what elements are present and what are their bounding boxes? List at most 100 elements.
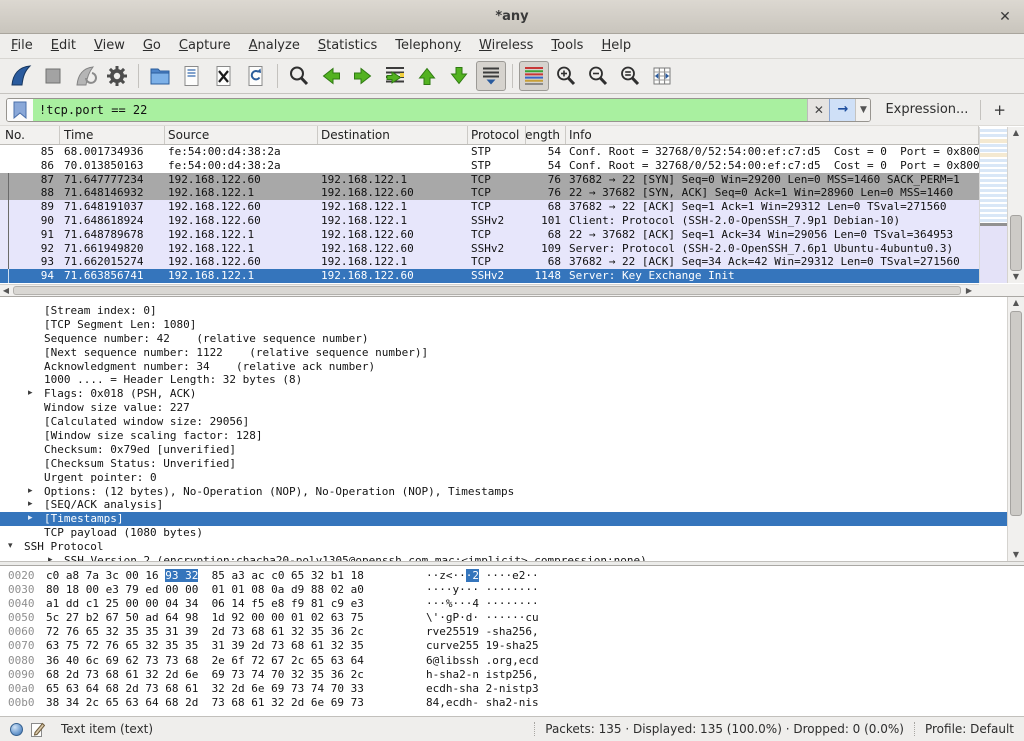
detail-line[interactable]: [Calculated window size: 29056] — [0, 415, 1024, 429]
detail-line[interactable]: [TCP Segment Len: 1080] — [0, 318, 1024, 332]
packet-row[interactable]: 88 71.648146932 192.168.122.1 192.168.12… — [0, 186, 979, 200]
packet-row[interactable]: 90 71.648618924 192.168.122.60 192.168.1… — [0, 214, 979, 228]
hex-row[interactable]: 0050 5c 27 b2 67 50 ad 64 98 1d 92 00 00… — [0, 611, 1024, 625]
expand-icon[interactable]: ▸ — [28, 387, 44, 401]
column-header[interactable]: Source — [165, 126, 318, 144]
save-capture-file-icon[interactable] — [177, 61, 207, 91]
go-last-packet-icon[interactable] — [444, 61, 474, 91]
hscrollbar-thumb[interactable] — [13, 286, 961, 295]
hex-row[interactable]: 0090 68 2d 73 68 61 32 2d 6e 69 73 74 70… — [0, 668, 1024, 682]
packet-list-scrollbar[interactable]: ▲ ▼ — [1007, 127, 1024, 283]
expression-button[interactable]: Expression... — [871, 102, 980, 117]
menu-item[interactable]: Statistics — [309, 34, 386, 58]
detail-line[interactable]: [Next sequence number: 1122 (relative se… — [0, 346, 1024, 360]
reload-capture-file-icon[interactable] — [241, 61, 271, 91]
filter-dropdown-icon[interactable]: ▼ — [855, 99, 870, 121]
colorize-packets-icon[interactable] — [519, 61, 549, 91]
scroll-left-icon[interactable]: ◀ — [0, 285, 12, 296]
expand-icon[interactable]: ▸ — [48, 554, 64, 561]
column-header[interactable]: Destination — [318, 126, 468, 144]
scroll-right-icon[interactable]: ▶ — [963, 285, 975, 296]
menu-item[interactable]: Tools — [542, 34, 592, 58]
scrollbar-thumb[interactable] — [1010, 215, 1022, 271]
packet-row[interactable]: 85 68.001734936 fe:54:00:d4:38:2a STP 54… — [0, 145, 979, 159]
packet-row[interactable]: 94 71.663856741 192.168.122.1 192.168.12… — [0, 269, 979, 283]
status-profile[interactable]: Profile: Default — [925, 722, 1014, 736]
close-window-icon[interactable]: ✕ — [996, 8, 1014, 26]
scroll-down-icon[interactable]: ▼ — [1008, 271, 1024, 283]
detail-line[interactable]: [Stream index: 0] — [0, 304, 1024, 318]
go-to-packet-icon[interactable] — [380, 61, 410, 91]
detail-line[interactable]: TCP payload (1080 bytes) — [0, 526, 1024, 540]
go-first-packet-icon[interactable] — [412, 61, 442, 91]
auto-scroll-icon[interactable] — [476, 61, 506, 91]
detail-line[interactable]: ▸[SEQ/ACK analysis] — [0, 498, 1024, 512]
capture-options-icon[interactable] — [102, 61, 132, 91]
filter-apply-icon[interactable]: → — [829, 99, 855, 121]
hex-row[interactable]: 0060 72 76 65 32 35 35 31 39 2d 73 68 61… — [0, 625, 1024, 639]
add-filter-button[interactable]: + — [981, 101, 1018, 119]
scroll-up-icon[interactable]: ▲ — [1008, 297, 1024, 309]
detail-line[interactable]: ▾SSH Protocol — [0, 540, 1024, 554]
expert-info-icon[interactable] — [10, 723, 23, 736]
menu-item[interactable]: Wireless — [470, 34, 542, 58]
detail-line[interactable]: Window size value: 227 — [0, 401, 1024, 415]
menu-item[interactable]: Help — [592, 34, 640, 58]
display-filter-input[interactable] — [33, 99, 807, 121]
packet-row[interactable]: 93 71.662015274 192.168.122.60 192.168.1… — [0, 255, 979, 269]
restart-capture-icon[interactable] — [70, 61, 100, 91]
expand-icon[interactable]: ▸ — [28, 512, 44, 526]
menu-item[interactable]: View — [85, 34, 134, 58]
zoom-reset-icon[interactable] — [615, 61, 645, 91]
menu-item[interactable]: Telephony — [386, 34, 470, 58]
filter-clear-icon[interactable]: ✕ — [807, 99, 829, 121]
packet-row[interactable]: 92 71.661949820 192.168.122.1 192.168.12… — [0, 242, 979, 256]
hex-row[interactable]: 0080 36 40 6c 69 62 73 73 68 2e 6f 72 67… — [0, 654, 1024, 668]
scroll-down-icon[interactable]: ▼ — [1008, 549, 1024, 561]
start-capture-icon[interactable] — [6, 61, 36, 91]
go-back-icon[interactable] — [316, 61, 346, 91]
packet-row[interactable]: 87 71.647777234 192.168.122.60 192.168.1… — [0, 173, 979, 187]
column-header[interactable]: Protocol — [468, 126, 526, 144]
column-header[interactable]: Length — [526, 126, 566, 144]
expand-icon[interactable]: ▸ — [28, 485, 44, 499]
menu-item[interactable]: Edit — [42, 34, 85, 58]
details-scrollbar[interactable]: ▲ ▼ — [1007, 297, 1024, 561]
detail-line[interactable]: 1000 .... = Header Length: 32 bytes (8) — [0, 373, 1024, 387]
close-capture-file-icon[interactable] — [209, 61, 239, 91]
zoom-out-icon[interactable] — [583, 61, 613, 91]
stop-capture-icon[interactable] — [38, 61, 68, 91]
detail-line[interactable]: [Window size scaling factor: 128] — [0, 429, 1024, 443]
packet-row[interactable]: 89 71.648191037 192.168.122.60 192.168.1… — [0, 200, 979, 214]
detail-line[interactable]: ▸Flags: 0x018 (PSH, ACK) — [0, 387, 1024, 401]
column-header[interactable]: Time — [60, 126, 165, 144]
zoom-in-icon[interactable] — [551, 61, 581, 91]
menu-item[interactable]: File — [2, 34, 42, 58]
expand-icon[interactable]: ▸ — [28, 498, 44, 512]
hex-row[interactable]: 0020 c0 a8 7a 3c 00 16 93 32 85 a3 ac c0… — [0, 569, 1024, 583]
hex-row[interactable]: 0040 a1 dd c1 25 00 00 04 34 06 14 f5 e8… — [0, 597, 1024, 611]
resize-columns-icon[interactable] — [647, 61, 677, 91]
menu-item[interactable]: Capture — [170, 34, 240, 58]
packet-row[interactable]: 91 71.648789678 192.168.122.1 192.168.12… — [0, 228, 979, 242]
detail-line[interactable]: Acknowledgment number: 34 (relative ack … — [0, 360, 1024, 374]
scrollbar-thumb[interactable] — [1010, 311, 1022, 516]
hex-row[interactable]: 00a0 65 63 64 68 2d 73 68 61 32 2d 6e 69… — [0, 682, 1024, 696]
expand-icon[interactable]: ▾ — [8, 540, 24, 554]
scroll-up-icon[interactable]: ▲ — [1008, 127, 1024, 139]
menu-item[interactable]: Go — [134, 34, 170, 58]
go-forward-icon[interactable] — [348, 61, 378, 91]
detail-line[interactable]: ▸SSH Version 2 (encryption:chacha20-poly… — [0, 554, 1024, 561]
detail-line[interactable]: ▸[Timestamps] — [0, 512, 1024, 526]
intelligent-scrollbar-minimap[interactable] — [979, 127, 1007, 283]
detail-line[interactable]: ▸Options: (12 bytes), No-Operation (NOP)… — [0, 485, 1024, 499]
filter-bookmark-icon[interactable] — [7, 99, 33, 121]
column-header[interactable]: Info — [566, 126, 979, 144]
detail-line[interactable]: Sequence number: 42 (relative sequence n… — [0, 332, 1024, 346]
detail-line[interactable]: [Checksum Status: Unverified] — [0, 457, 1024, 471]
column-header[interactable]: No. — [0, 126, 60, 144]
capture-comment-icon[interactable] — [31, 722, 45, 737]
open-capture-file-icon[interactable] — [145, 61, 175, 91]
packet-row[interactable]: 86 70.013850163 fe:54:00:d4:38:2a STP 54… — [0, 159, 979, 173]
detail-line[interactable]: Urgent pointer: 0 — [0, 471, 1024, 485]
